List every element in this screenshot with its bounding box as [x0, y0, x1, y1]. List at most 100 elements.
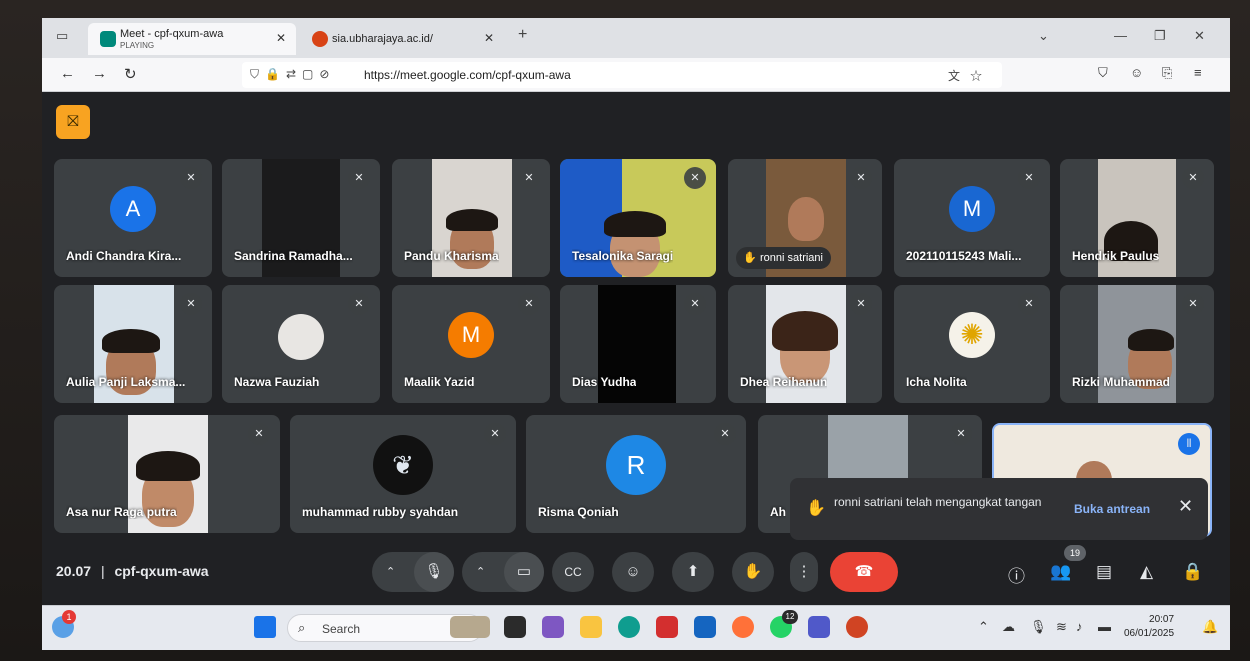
participant-tile[interactable]: ✕ Dhea Reihanun — [728, 285, 882, 403]
account-icon[interactable]: ☺ — [1130, 65, 1143, 80]
close-icon[interactable]: ✕ — [1178, 496, 1193, 517]
participant-name: Maalik Yazid — [404, 375, 475, 389]
participant-tile[interactable]: ✕ Sandrina Ramadha... — [222, 159, 380, 277]
edge-icon[interactable] — [618, 616, 640, 638]
participant-tile[interactable]: A ✕ Andi Chandra Kira... — [54, 159, 212, 277]
info-icon[interactable]: ⓘ — [1008, 562, 1025, 587]
forward-icon[interactable]: → — [92, 65, 107, 82]
raise-hand-button[interactable]: ✋ — [732, 552, 774, 592]
more-options-button[interactable]: ⋮ — [790, 552, 818, 592]
site-info-icons[interactable]: ⛉🔒⇄▢⊘ — [250, 67, 335, 82]
participant-tile[interactable]: ❦ ✕ muhammad rubby syahdan — [290, 415, 516, 533]
meeting-time: 20.07 — [56, 563, 92, 579]
camera-icon[interactable]: ▭ — [504, 552, 544, 592]
mic-off-icon: ✕ — [950, 423, 972, 445]
minimize-icon[interactable]: — — [1114, 28, 1127, 43]
reload-icon[interactable]: ↻ — [124, 65, 137, 83]
start-icon[interactable] — [254, 616, 276, 638]
participant-tile[interactable]: ✕ Nazwa Fauziah — [222, 285, 380, 403]
participant-tile[interactable]: M ✕ 202110115243 Mali... — [894, 159, 1050, 277]
camera-blocked-icon[interactable]: ⛝ — [56, 105, 90, 139]
participant-tile[interactable]: ✕ Hendrik Paulus — [1060, 159, 1214, 277]
people-icon[interactable]: 👥 — [1050, 562, 1071, 582]
notification-bell-icon[interactable]: 🔔 — [1202, 619, 1218, 635]
leave-call-button[interactable]: ☎ — [830, 552, 898, 592]
chevron-up-icon[interactable]: ⌃ — [386, 552, 395, 592]
emoji-button[interactable]: ☺ — [612, 552, 654, 592]
search-highlight-icon[interactable] — [450, 616, 490, 638]
extensions-icon[interactable]: ⎘ — [1162, 65, 1172, 81]
store-icon[interactable] — [694, 616, 716, 638]
participant-name: Aulia Panji Laksma... — [66, 375, 186, 389]
mic-icon[interactable]: 🎙 — [414, 552, 454, 592]
volume-icon[interactable]: ♪ — [1076, 619, 1083, 634]
participant-tile[interactable]: M ✕ Maalik Yazid — [392, 285, 550, 403]
chat-icon[interactable]: ▤ — [1096, 562, 1112, 582]
tab-close-icon[interactable]: ✕ — [276, 31, 286, 45]
url-text[interactable]: https://meet.google.com/cpf-qxum-awa — [364, 68, 571, 82]
participant-tile[interactable]: ✺ ✕ Icha Nolita — [894, 285, 1050, 403]
new-tab-button[interactable]: + — [518, 26, 527, 44]
host-controls-icon[interactable]: 🔒 — [1182, 562, 1203, 582]
url-bar[interactable]: ⛉🔒⇄▢⊘ https://meet.google.com/cpf-qxum-a… — [242, 62, 1002, 88]
participant-tile[interactable]: ✕ Tesalonika Saragi — [560, 159, 716, 277]
sunflower-avatar-icon: ✺ — [949, 311, 995, 358]
chevron-up-icon[interactable]: ⌃ — [476, 552, 485, 592]
participant-tile[interactable]: ✕ Rizki Muhammad — [1060, 285, 1214, 403]
mic-control[interactable]: ⌃ 🎙 — [372, 552, 454, 592]
activities-icon[interactable]: ◭ — [1140, 562, 1153, 582]
captions-icon: CC — [564, 565, 582, 579]
speaker-chip: ✋ ronni satriani — [736, 247, 831, 269]
mic-off-icon: ✕ — [714, 423, 736, 445]
windows-taskbar: 1 ⌕ Search 12 ⌃ ☁ 🎙 ≋ ♪ ▬ 20:07 06/01/20… — [42, 605, 1230, 650]
notification-message: ronni satriani telah mengangkat tangan — [834, 495, 1042, 509]
participant-name: muhammad rubby syahdan — [302, 505, 459, 519]
search-placeholder: Search — [322, 622, 361, 636]
participant-tile[interactable]: ✕ Pandu Kharisma — [392, 159, 550, 277]
file-explorer-icon[interactable] — [580, 616, 602, 638]
participant-tile[interactable]: ✕ Aulia Panji Laksma... — [54, 285, 212, 403]
captions-button[interactable]: CC — [552, 552, 594, 592]
tab-sia[interactable]: sia.ubharajaya.ac.id/ ✕ — [300, 23, 504, 55]
sia-favicon-icon — [312, 31, 328, 47]
translate-bookmark-icons[interactable]: 文☆ — [948, 67, 992, 84]
onedrive-icon[interactable]: ☁ — [1002, 619, 1015, 635]
chevron-down-icon[interactable]: ⌄ — [1038, 28, 1049, 44]
teams-icon[interactable] — [808, 616, 830, 638]
participant-name: Rizki Muhammad — [1072, 375, 1171, 389]
mic-off-icon: ✕ — [1182, 293, 1204, 315]
whatsapp-badge: 12 — [782, 610, 798, 624]
menu-icon[interactable]: ≡ — [1194, 65, 1202, 80]
tab-close-icon[interactable]: ✕ — [484, 31, 494, 45]
back-icon[interactable]: ← — [60, 65, 75, 82]
restore-icon[interactable]: ❐ — [1154, 28, 1166, 44]
participant-tile[interactable]: R ✕ Risma Qoniah — [526, 415, 746, 533]
tab-list-icon[interactable]: ▭ — [56, 28, 68, 44]
participant-tile[interactable]: ✕ Dias Yudha — [560, 285, 716, 403]
present-icon: ⬆ — [686, 563, 700, 580]
copilot-icon[interactable] — [542, 616, 564, 638]
avatar-photo — [278, 313, 324, 360]
battery-icon[interactable]: ▬ — [1098, 619, 1111, 634]
powerpoint-icon[interactable] — [846, 616, 868, 638]
mcafee-icon[interactable] — [656, 616, 678, 638]
raise-hand-notification: ✋ ronni satriani telah mengangkat tangan… — [790, 478, 1208, 540]
task-view-icon[interactable] — [504, 616, 526, 638]
clock-time: 20:07 — [1149, 614, 1175, 625]
participant-name: ronni satriani — [760, 252, 823, 264]
close-window-icon[interactable]: ✕ — [1194, 28, 1205, 44]
participant-tile[interactable]: ✕ ✋ ronni satriani — [728, 159, 882, 277]
participant-name: Andi Chandra Kira... — [66, 249, 182, 263]
clock[interactable]: 20:07 06/01/2025 — [1124, 613, 1174, 641]
firefox-icon[interactable] — [732, 616, 754, 638]
microphone-icon[interactable]: 🎙 — [1030, 619, 1047, 635]
open-queue-link[interactable]: Buka antrean — [1074, 502, 1150, 516]
wifi-icon[interactable]: ≋ — [1056, 619, 1067, 635]
pocket-icon[interactable]: ⛉ — [1098, 65, 1108, 81]
participant-tile[interactable]: ✕ Asa nur Raga putra — [54, 415, 280, 533]
present-button[interactable]: ⬆ — [672, 552, 714, 592]
tab-title: Meet - cpf-qxum-awa — [120, 28, 224, 40]
tray-overflow-icon[interactable]: ⌃ — [978, 619, 989, 635]
camera-control[interactable]: ⌃ ▭ — [462, 552, 544, 592]
tab-meet[interactable]: Meet - cpf-qxum-awa PLAYING ✕ — [88, 23, 296, 55]
